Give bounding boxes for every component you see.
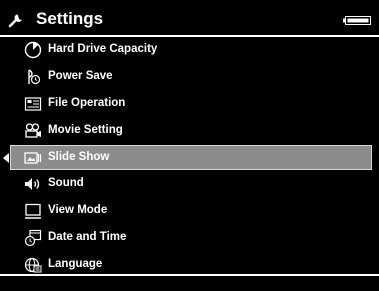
selection-arrow-icon (3, 152, 9, 163)
speaker-icon (25, 178, 40, 191)
menu-item-date-and-time[interactable]: Date and Time (0, 225, 379, 252)
pie-chart-icon (24, 41, 42, 59)
menu-item-movie-setting[interactable]: Movie Setting (0, 118, 379, 145)
menu-item-view-mode[interactable]: View Mode (0, 198, 379, 225)
settings-menu: Hard Drive Capacity Power Save File Oper… (0, 37, 379, 279)
menu-item-hard-drive-capacity[interactable]: Hard Drive Capacity (0, 37, 379, 64)
menu-item-label: Hard Drive Capacity (48, 43, 158, 55)
footer-divider (0, 274, 379, 276)
title-bar: Settings (0, 6, 379, 34)
globe-icon (24, 258, 42, 273)
monitor-icon (25, 204, 41, 220)
menu-item-label: Language (48, 258, 103, 271)
menu-item-file-operation[interactable]: File Operation (0, 91, 379, 118)
menu-item-label: File Operation (48, 96, 126, 109)
menu-item-slide-show[interactable]: Slide Show (0, 144, 379, 172)
menu-item-label: Sound (48, 177, 84, 190)
battery-icon (343, 16, 371, 25)
settings-screen: Settings Hard Drive Capacity Power Save (0, 0, 379, 291)
menu-item-power-save[interactable]: Power Save (0, 64, 379, 91)
movie-camera-icon (25, 123, 41, 138)
menu-item-label: View Mode (48, 204, 108, 217)
slide-show-icon (24, 151, 42, 164)
clock-icon (24, 230, 42, 247)
file-operation-icon (24, 97, 42, 111)
menu-item-label: Movie Setting (48, 123, 123, 136)
menu-item-label: Date and Time (48, 231, 127, 244)
menu-item-label: Slide Show (48, 150, 110, 163)
page-title: Settings (36, 9, 104, 28)
menu-item-label: Power Save (48, 69, 113, 82)
power-save-icon (28, 69, 41, 84)
menu-item-sound[interactable]: Sound (0, 171, 379, 198)
wrench-icon (8, 14, 22, 28)
